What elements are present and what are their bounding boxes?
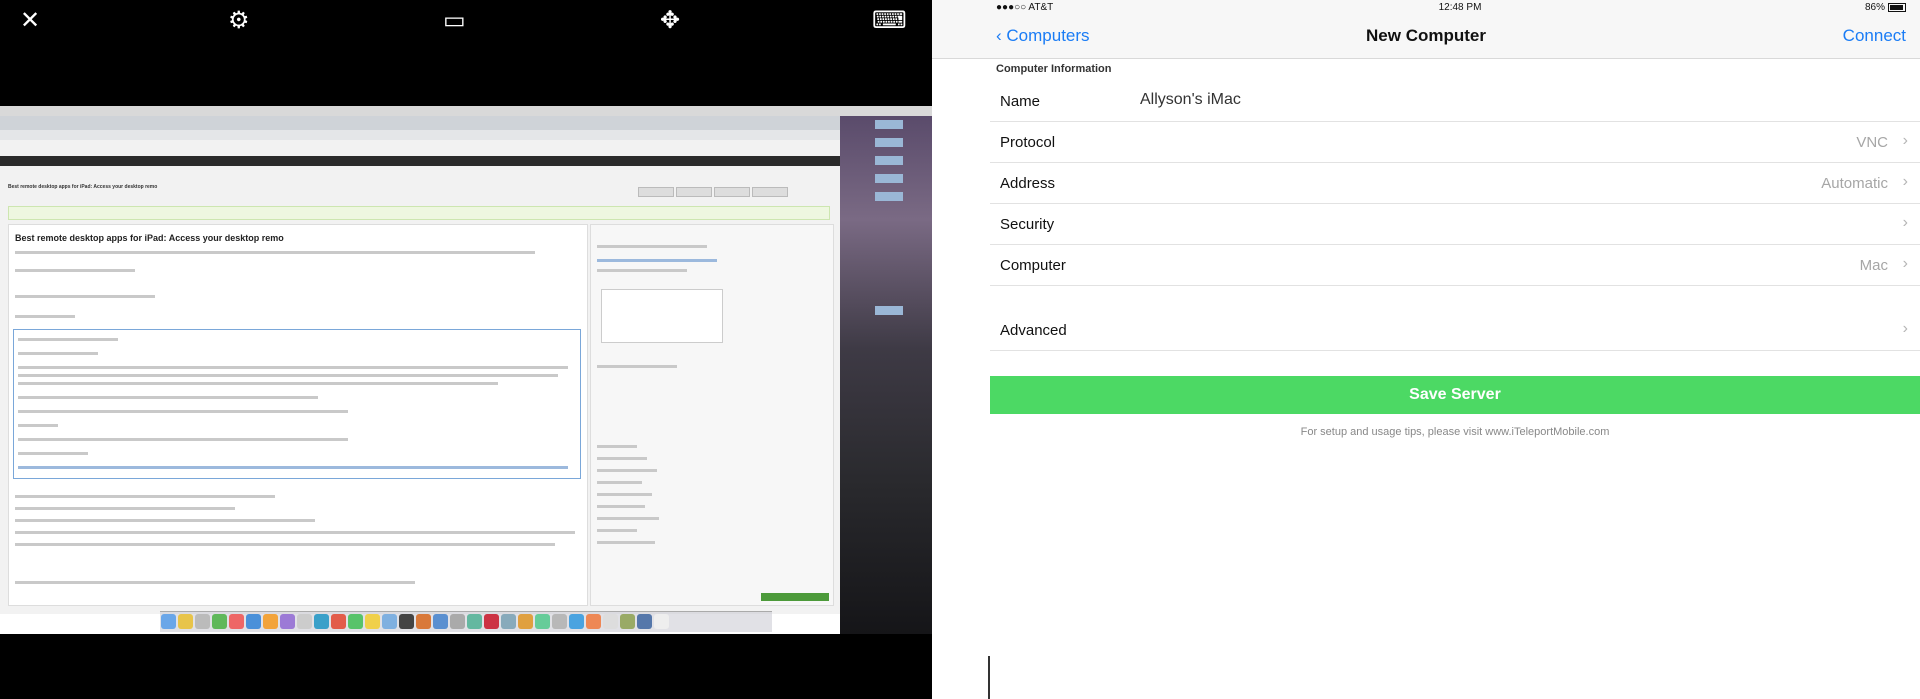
cms-editor-panel: Best remote desktop apps for iPad: Acces…	[8, 224, 588, 606]
computer-value: Mac	[1859, 257, 1888, 274]
address-label: Address	[1000, 175, 1056, 192]
chevron-right-icon: ›	[1902, 173, 1908, 190]
remote-page-title: Best remote desktop apps for iPad: Acces…	[8, 184, 158, 190]
keyboard-icon[interactable]: ⌨	[872, 8, 907, 32]
back-label: Computers	[1006, 26, 1090, 45]
section-header-computer-information: Computer Information	[996, 63, 1112, 75]
browser-toolbar	[0, 116, 840, 130]
name-field[interactable]: Allyson's iMac	[1140, 91, 1241, 109]
clock: 12:48 PM	[1438, 2, 1482, 13]
mac-dock	[160, 611, 772, 632]
advanced-row[interactable]: Advanced ›	[990, 310, 1920, 351]
cms-sidebar	[590, 224, 834, 606]
desktop-icon	[875, 192, 903, 201]
cms-text-editor	[13, 329, 581, 479]
connect-button[interactable]: Connect	[1843, 26, 1906, 46]
chevron-right-icon: ›	[1902, 320, 1908, 337]
security-label: Security	[1000, 216, 1055, 233]
cms-publish-button	[761, 593, 829, 601]
remote-viewer[interactable]: ✕ ⚙ ▭ ✥ ⌨ Best remote desktop apps for i…	[0, 0, 932, 699]
computer-label: Computer	[1000, 257, 1066, 274]
battery-percent: 86%	[1864, 2, 1885, 13]
save-server-button[interactable]: Save Server	[990, 376, 1920, 414]
chevron-left-icon: ‹	[996, 26, 1002, 45]
chevron-right-icon: ›	[1902, 255, 1908, 272]
browser-bookmarks-bar	[0, 130, 840, 140]
cms-image-preview	[601, 289, 723, 343]
computer-row[interactable]: Computer Mac ›	[990, 245, 1920, 286]
close-icon[interactable]: ✕	[20, 8, 40, 32]
nav-bar: ‹ Computers New Computer Connect	[932, 16, 1920, 59]
remote-desktop-screen[interactable]: Best remote desktop apps for iPad: Acces…	[0, 106, 932, 634]
mac-menubar	[0, 106, 932, 116]
status-bar: ●●●○○ AT&T 12:48 PM 86%	[932, 0, 1920, 16]
chevron-right-icon: ›	[1902, 214, 1908, 231]
move-icon[interactable]: ✥	[660, 8, 680, 32]
desktop-icon	[875, 120, 903, 129]
new-computer-screen: ●●●○○ AT&T 12:48 PM 86% ‹ Computers New …	[932, 0, 1920, 699]
cms-notice	[8, 206, 830, 220]
back-button[interactable]: ‹ Computers	[996, 26, 1090, 46]
battery-indicator: 86%	[1865, 2, 1906, 13]
remote-browser-window: Best remote desktop apps for iPad: Acces…	[0, 116, 840, 614]
chevron-right-icon: ›	[1902, 132, 1908, 149]
name-row[interactable]: Name Allyson's iMac	[990, 81, 1920, 122]
address-row[interactable]: Address Automatic ›	[990, 163, 1920, 204]
protocol-row[interactable]: Protocol VNC ›	[990, 122, 1920, 163]
security-row[interactable]: Security ›	[990, 204, 1920, 245]
cms-nav-bar	[0, 156, 840, 166]
carrier-label: ●●●○○ AT&T	[996, 2, 1054, 13]
gear-icon[interactable]: ⚙	[228, 8, 250, 32]
protocol-label: Protocol	[1000, 134, 1056, 151]
battery-icon	[1888, 2, 1906, 12]
screens-icon[interactable]: ▭	[443, 8, 466, 32]
divider-line	[988, 656, 990, 699]
name-label: Name	[1000, 93, 1041, 110]
advanced-label: Advanced	[1000, 322, 1067, 339]
desktop-icon	[875, 174, 903, 183]
desktop-icon	[875, 156, 903, 165]
desktop-icon	[875, 138, 903, 147]
help-footnote: For setup and usage tips, please visit w…	[1300, 426, 1610, 438]
remote-article-heading: Best remote desktop apps for iPad: Acces…	[15, 233, 284, 243]
protocol-value: VNC	[1856, 134, 1888, 151]
desktop-icon	[875, 306, 903, 315]
address-value: Automatic	[1821, 175, 1888, 192]
cms-tabs	[638, 184, 828, 197]
